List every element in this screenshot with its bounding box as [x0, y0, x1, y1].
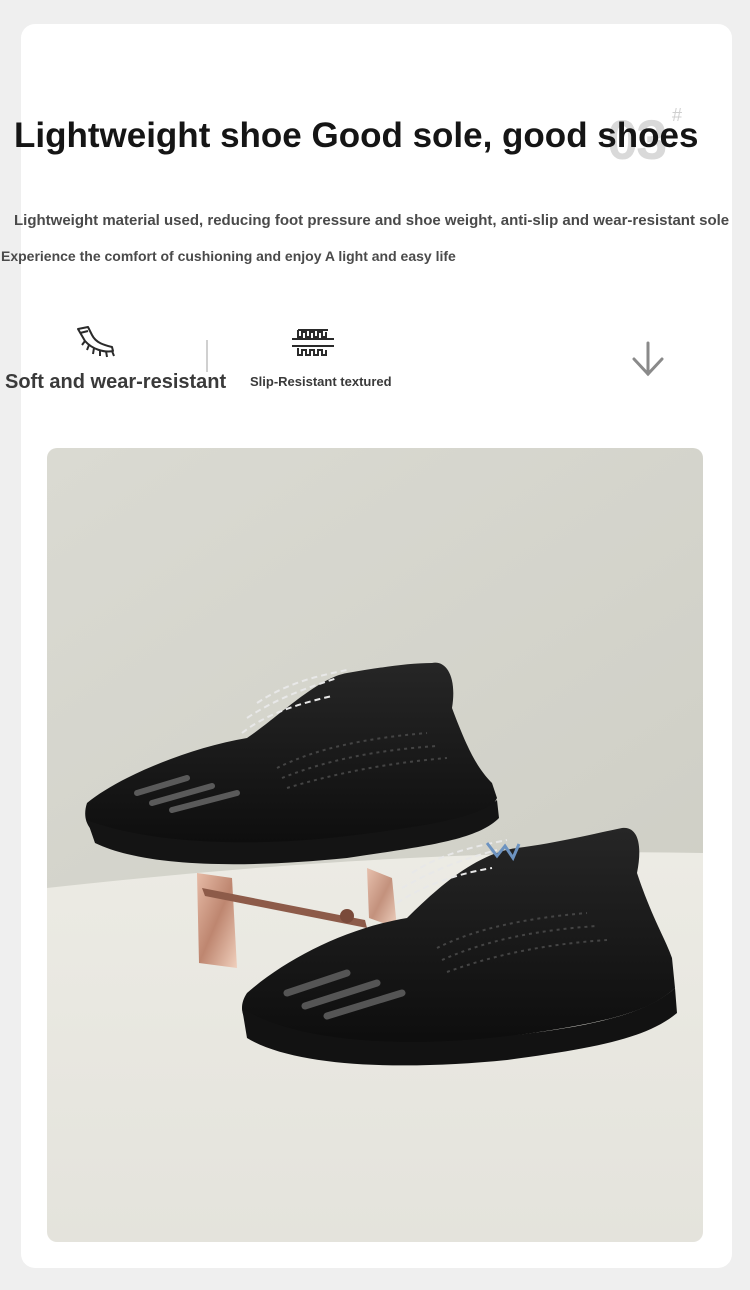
tread-pattern-icon: [291, 326, 335, 365]
product-photo: [47, 448, 703, 1242]
headline: Lightweight shoe Good sole, good shoes: [14, 116, 699, 155]
feature-divider: [206, 340, 208, 372]
feature-label-slip: Slip-Resistant textured: [250, 374, 392, 389]
feature-label-soft: Soft and wear-resistant: [5, 371, 227, 393]
sole-flex-icon: [76, 325, 116, 366]
subtitle-1: Lightweight material used, reducing foot…: [14, 212, 730, 229]
arrow-down-icon: [631, 341, 665, 382]
subtitle-2: Experience the comfort of cushioning and…: [1, 248, 456, 264]
